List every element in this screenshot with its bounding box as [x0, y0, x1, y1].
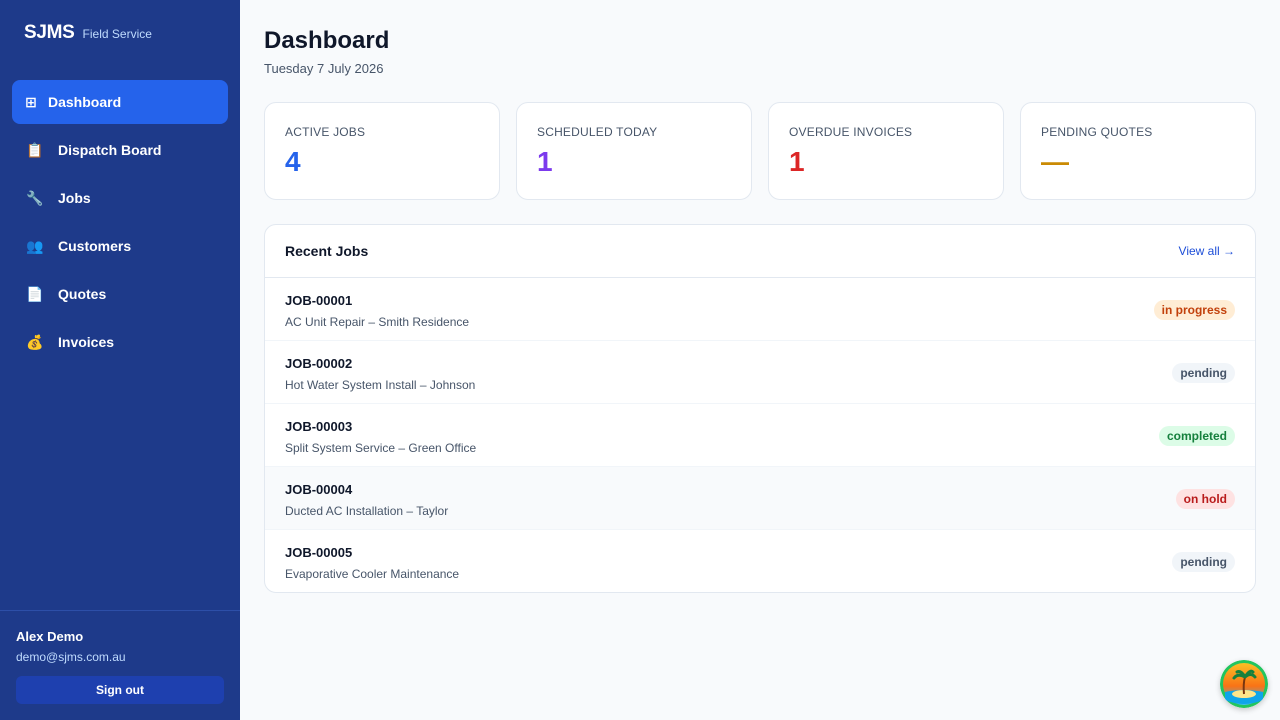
assistant-button[interactable]: [1220, 660, 1268, 708]
stat-card-active-jobs: ACTIVE JOBS 4: [264, 102, 500, 200]
money-bag-icon: 💰: [26, 333, 44, 350]
status-badge: in progress: [1153, 300, 1235, 320]
status-badge: completed: [1158, 426, 1235, 446]
recent-jobs-panel: Recent Jobs View all → JOB-00001 AC Unit…: [264, 224, 1256, 593]
stat-label: OVERDUE INVOICES: [789, 125, 913, 139]
sidebar-item-dashboard[interactable]: ⊞ Dashboard: [12, 80, 228, 124]
stat-value: 4: [285, 146, 301, 177]
island-avatar-icon: [1220, 660, 1268, 708]
sidebar-nav: ⊞ Dashboard 📋 Dispatch Board 🔧 Jobs 👥 Cu…: [12, 80, 228, 368]
job-description: Ducted AC Installation – Taylor: [285, 504, 449, 518]
sign-out-button[interactable]: Sign out: [16, 676, 224, 704]
brand: SJMS Field Service: [24, 22, 152, 44]
page-title: Dashboard: [264, 27, 390, 54]
sidebar-item-dispatch-board[interactable]: 📋 Dispatch Board: [12, 128, 228, 172]
stat-label: PENDING QUOTES: [1041, 125, 1153, 139]
status-badge: pending: [1172, 363, 1235, 383]
job-id: JOB-00005: [285, 545, 353, 560]
sidebar-item-invoices[interactable]: 💰 Invoices: [12, 320, 228, 364]
job-id: JOB-00003: [285, 419, 353, 434]
user-name: Alex Demo: [16, 629, 84, 644]
job-description: Evaporative Cooler Maintenance: [285, 567, 460, 581]
sidebar-item-quotes[interactable]: 📄 Quotes: [12, 272, 228, 316]
document-icon: 📄: [26, 285, 44, 302]
job-id: JOB-00002: [285, 356, 353, 371]
stat-label: SCHEDULED TODAY: [537, 125, 658, 139]
wrench-icon: 🔧: [26, 189, 44, 206]
table-row[interactable]: JOB-00005 Evaporative Cooler Maintenance…: [265, 530, 1255, 592]
table-row[interactable]: JOB-00002 Hot Water System Install – Joh…: [265, 341, 1255, 404]
sidebar-item-label: Dashboard: [48, 94, 122, 110]
job-description: Split System Service – Green Office: [285, 441, 477, 455]
panel-header: Recent Jobs View all →: [265, 225, 1255, 278]
table-row[interactable]: JOB-00001 AC Unit Repair – Smith Residen…: [265, 278, 1255, 341]
sidebar-item-label: Customers: [58, 238, 132, 254]
page-date: Tuesday 7 July 2026: [264, 61, 384, 76]
clipboard-icon: 📋: [26, 141, 44, 158]
table-row[interactable]: JOB-00004 Ducted AC Installation – Taylo…: [265, 467, 1255, 530]
status-badge: pending: [1172, 552, 1235, 572]
people-icon: 👥: [26, 237, 44, 254]
main-content: Dashboard Tuesday 7 July 2026 ACTIVE JOB…: [240, 0, 1280, 720]
sidebar-item-label: Invoices: [58, 334, 115, 350]
stat-value: 1: [537, 146, 553, 177]
user-email: demo@sjms.com.au: [16, 650, 126, 664]
job-id: JOB-00004: [285, 482, 353, 497]
stat-card-scheduled-today: SCHEDULED TODAY 1: [516, 102, 752, 200]
sidebar-item-label: Jobs: [58, 190, 91, 206]
stat-value: —: [1041, 146, 1069, 177]
stat-card-pending-quotes: PENDING QUOTES —: [1020, 102, 1256, 200]
status-badge: on hold: [1175, 489, 1235, 509]
sidebar-item-label: Quotes: [58, 286, 107, 302]
view-all-link[interactable]: View all →: [1179, 244, 1235, 258]
sidebar: SJMS Field Service ⊞ Dashboard 📋 Dispatc…: [0, 0, 240, 720]
table-row[interactable]: JOB-00003 Split System Service – Green O…: [265, 404, 1255, 467]
sidebar-item-jobs[interactable]: 🔧 Jobs: [12, 176, 228, 220]
user-panel: Alex Demo demo@sjms.com.au Sign out: [0, 610, 240, 720]
panel-title: Recent Jobs: [285, 243, 369, 259]
job-id: JOB-00001: [285, 293, 353, 308]
stat-card-overdue-invoices: OVERDUE INVOICES 1: [768, 102, 1004, 200]
brand-subtitle: Field Service: [82, 27, 152, 41]
stat-label: ACTIVE JOBS: [285, 125, 366, 139]
job-description: AC Unit Repair – Smith Residence: [285, 315, 470, 329]
sidebar-item-customers[interactable]: 👥 Customers: [12, 224, 228, 268]
brand-name: SJMS: [24, 22, 75, 43]
grid-icon: ⊞: [25, 93, 37, 110]
stat-value: 1: [789, 146, 805, 177]
job-description: Hot Water System Install – Johnson: [285, 378, 476, 392]
stats-row: ACTIVE JOBS 4 SCHEDULED TODAY 1 OVERDUE …: [264, 102, 1256, 200]
sidebar-item-label: Dispatch Board: [58, 142, 162, 158]
